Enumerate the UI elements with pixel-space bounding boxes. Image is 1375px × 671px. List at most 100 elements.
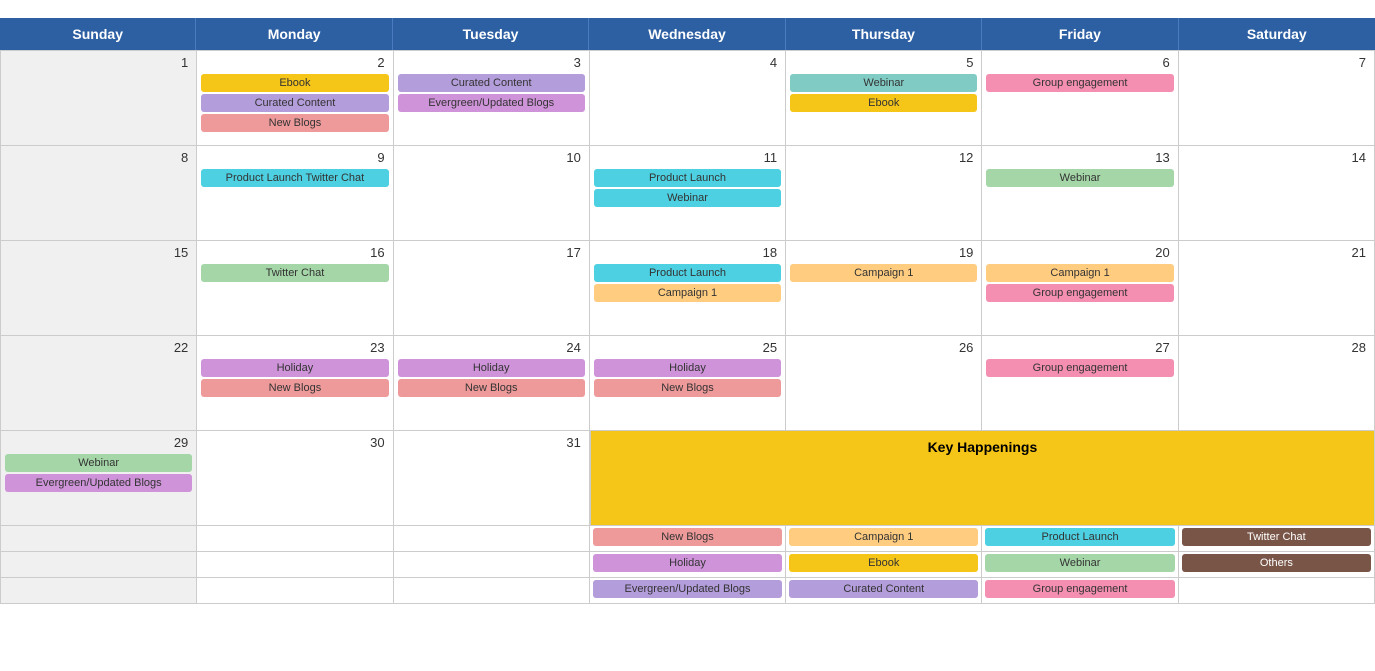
event-item: Webinar (985, 554, 1174, 572)
cell-date: 11 (594, 150, 781, 165)
cell-w4-d4: 26 (786, 336, 982, 431)
cell-w3-d1: 16 Twitter Chat (197, 241, 393, 336)
event-item: Group engagement (986, 359, 1173, 377)
cell-w3-d6: 21 (1179, 241, 1375, 336)
cell-w3-d4: 19 Campaign 1 (786, 241, 982, 336)
cell-date: 26 (790, 340, 977, 355)
cell-w2-d1: 9Product Launch Twitter Chat (197, 146, 393, 241)
cell-w5-d1: 30 (197, 431, 393, 526)
cell-date: 25 (594, 340, 781, 355)
kh-event-cell: New Blogs (590, 526, 786, 552)
kh-event-cell: Ebook (786, 552, 982, 578)
event-item: New Blogs (201, 379, 388, 397)
calendar: SundayMondayTuesdayWednesdayThursdayFrid… (0, 18, 1375, 604)
kh-row-1: Holiday Ebook Webinar Others (1, 552, 1375, 578)
event-item: Webinar (986, 169, 1173, 187)
event-item: Campaign 1 (594, 284, 781, 302)
page-title (0, 0, 1375, 18)
event-item: Product Launch (594, 169, 781, 187)
event-item: Webinar (5, 454, 192, 472)
cell-w3-d5: 20Campaign 1Group engagement (982, 241, 1178, 336)
header-saturday: Saturday (1179, 18, 1375, 50)
event-item: Ebook (201, 74, 388, 92)
cell-w2-d3: 11Product LaunchWebinar (590, 146, 786, 241)
cell-w1-d0: 1 (1, 51, 197, 146)
kh-empty-0 (1, 526, 197, 552)
cell-date: 30 (201, 435, 388, 450)
cell-date: 18 (594, 245, 781, 260)
kh-empty-1 (197, 552, 393, 578)
cell-w1-d3: 4 (590, 51, 786, 146)
cell-w4-d1: 23 Holiday New Blogs (197, 336, 393, 431)
event-item: Ebook (789, 554, 978, 572)
cell-w3-d2: 17 (394, 241, 590, 336)
cell-date: 1 (5, 55, 192, 70)
event-item: New Blogs (398, 379, 585, 397)
week5: 29WebinarEvergreen/Updated Blogs3031Key … (0, 431, 1375, 604)
kh-empty-2 (394, 552, 590, 578)
event-item: Evergreen/Updated Blogs (5, 474, 192, 492)
event-item: Twitter Chat (1182, 528, 1371, 546)
kh-empty-0 (1, 578, 197, 604)
cell-date: 6 (986, 55, 1173, 70)
event-item: Webinar (790, 74, 977, 92)
cell-w3-d0: 15 (1, 241, 197, 336)
event-item: Evergreen/Updated Blogs (593, 580, 782, 598)
cell-w4-d5: 27 Group engagement (982, 336, 1178, 431)
event-item: Others (1182, 554, 1371, 572)
event-item: Curated Content (201, 94, 388, 112)
cell-date: 28 (1183, 340, 1370, 355)
event-item: Holiday (593, 554, 782, 572)
cell-date: 19 (790, 245, 977, 260)
cell-w5-d0: 29WebinarEvergreen/Updated Blogs (1, 431, 197, 526)
cell-date: 7 (1183, 55, 1370, 70)
event-item: Curated Content (398, 74, 585, 92)
event-item: Holiday (594, 359, 781, 377)
header-monday: Monday (196, 18, 392, 50)
cell-w1-d1: 2 Ebook Curated Content New Blogs (197, 51, 393, 146)
header-friday: Friday (982, 18, 1178, 50)
cell-date: 5 (790, 55, 977, 70)
header-wednesday: Wednesday (589, 18, 785, 50)
cell-date: 27 (986, 340, 1173, 355)
cell-date: 2 (201, 55, 388, 70)
event-item: Campaign 1 (790, 264, 977, 282)
event-item: Holiday (398, 359, 585, 377)
kh-event-cell: Campaign 1 (786, 526, 982, 552)
kh-event-cell: Others (1179, 552, 1375, 578)
kh-row-0: New BlogsCampaign 1Product LaunchTwitter… (1, 526, 1375, 552)
cell-date: 21 (1183, 245, 1370, 260)
kh-event-cell: Curated Content (786, 578, 982, 604)
event-item: Twitter Chat (201, 264, 388, 282)
cell-date: 17 (398, 245, 585, 260)
event-item: Holiday (201, 359, 388, 377)
cell-w2-d6: 14 (1179, 146, 1375, 241)
header-tuesday: Tuesday (393, 18, 589, 50)
cell-w1-d4: 5 Webinar Ebook (786, 51, 982, 146)
cell-date: 16 (201, 245, 388, 260)
event-item: Campaign 1 (789, 528, 978, 546)
cell-w3-d3: 18 Product Launch Campaign 1 (590, 241, 786, 336)
cell-w4-d3: 25HolidayNew Blogs (590, 336, 786, 431)
kh-empty-2 (394, 578, 590, 604)
kh-event-cell (1179, 578, 1375, 604)
calendar-body: 12EbookCurated ContentNew Blogs3Curated … (0, 50, 1375, 431)
cell-date: 31 (398, 435, 585, 450)
kh-event-cell: Holiday (590, 552, 786, 578)
cell-date: 15 (5, 245, 192, 260)
event-item: Group engagement (985, 580, 1174, 598)
event-item: New Blogs (201, 114, 388, 132)
key-happenings-header: Key Happenings (590, 431, 1375, 526)
cell-date: 12 (790, 150, 977, 165)
event-item: Ebook (790, 94, 977, 112)
calendar-header: SundayMondayTuesdayWednesdayThursdayFrid… (0, 18, 1375, 50)
cell-date: 23 (201, 340, 388, 355)
cell-w5-d2: 31 (394, 431, 590, 526)
cell-date: 14 (1183, 150, 1370, 165)
kh-event-cell: Product Launch (982, 526, 1178, 552)
event-item: Product Launch Twitter Chat (201, 169, 388, 187)
kh-event-cell: Evergreen/Updated Blogs (590, 578, 786, 604)
kh-empty-1 (197, 526, 393, 552)
kh-event-cell: Webinar (982, 552, 1178, 578)
event-item: Product Launch (594, 264, 781, 282)
